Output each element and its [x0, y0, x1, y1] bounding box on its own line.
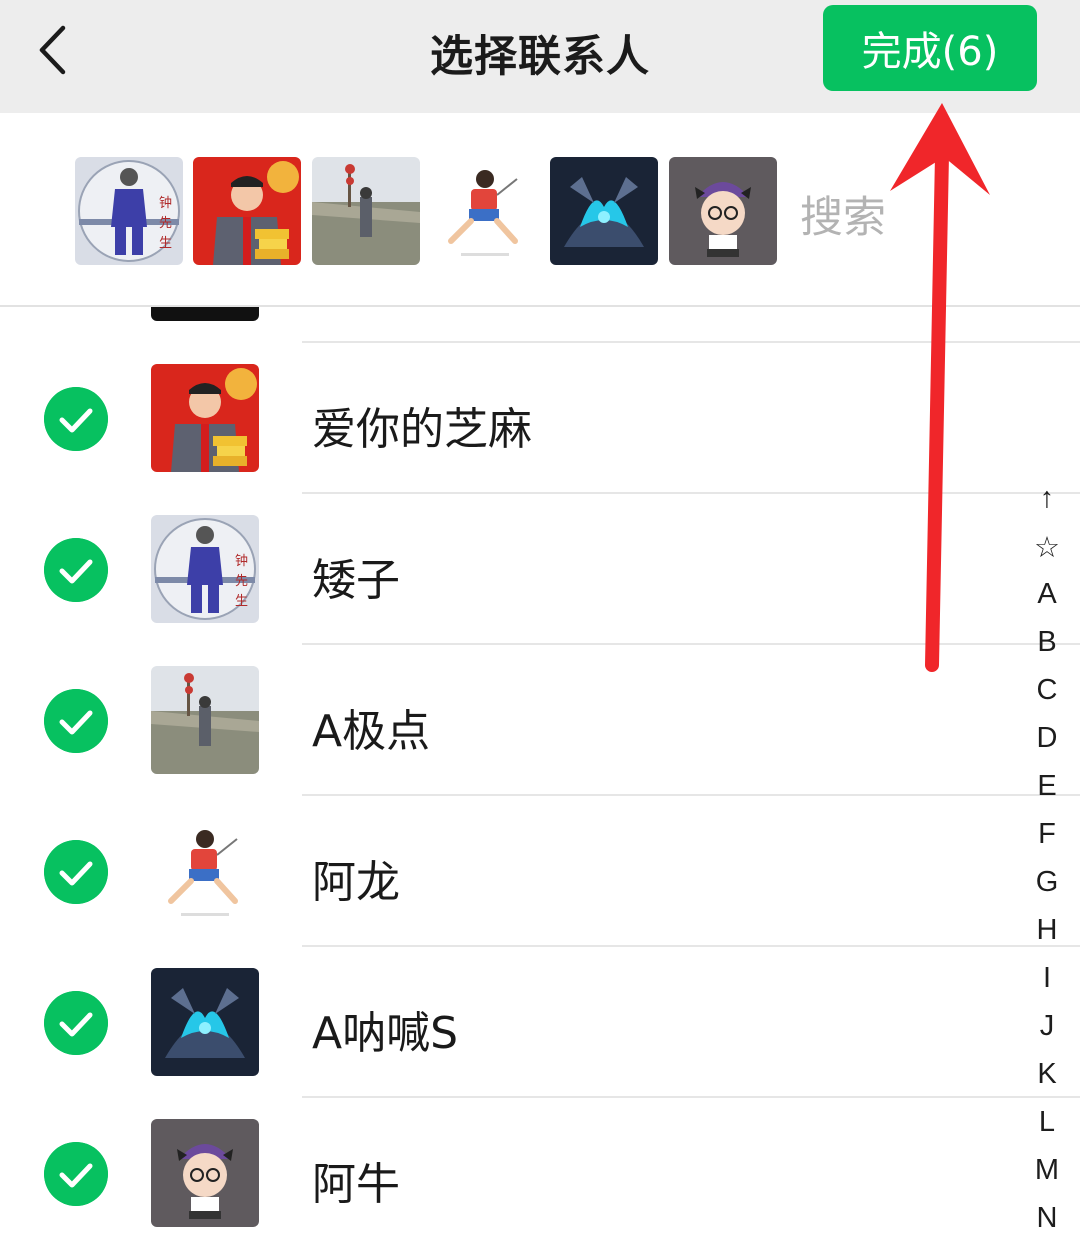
checked-icon[interactable] — [44, 689, 108, 753]
checked-icon[interactable] — [44, 1142, 108, 1206]
contact-row-along[interactable]: 阿龙 — [0, 796, 1020, 947]
index-i[interactable]: I — [1024, 962, 1070, 995]
contact-name: A呐喊S — [312, 1008, 459, 1059]
contact-name: 阿牛 — [312, 1159, 400, 1210]
index-b[interactable]: B — [1024, 626, 1070, 659]
contact-name: A极点 — [312, 706, 431, 757]
contact-row-anahan[interactable]: A呐喊S — [0, 947, 1020, 1098]
index-d[interactable]: D — [1024, 722, 1070, 755]
selected-avatar-aniu[interactable] — [669, 157, 777, 265]
checked-icon[interactable] — [44, 991, 108, 1055]
search-input[interactable]: 搜索 — [800, 183, 886, 245]
selected-avatar-ajidian[interactable] — [312, 157, 420, 265]
contact-name: 阿龙 — [312, 857, 400, 908]
contact-avatar — [151, 1119, 259, 1227]
svg-text:钟: 钟 — [159, 195, 172, 211]
checked-icon[interactable] — [44, 387, 108, 451]
index-m[interactable]: M — [1024, 1154, 1070, 1187]
index-k[interactable]: K — [1024, 1058, 1070, 1091]
contact-row-aizi[interactable]: 钟 先 生 矮子 — [0, 494, 1020, 645]
index-star[interactable]: ☆ — [1024, 530, 1070, 565]
index-top[interactable]: ↑ — [1024, 482, 1070, 515]
contact-avatar — [151, 968, 259, 1076]
contact-avatar — [151, 817, 259, 925]
selected-avatar-ainidezhima[interactable] — [193, 157, 301, 265]
selected-avatar-along[interactable] — [431, 157, 539, 265]
index-l[interactable]: L — [1024, 1106, 1070, 1139]
selected-avatar-anahan[interactable] — [550, 157, 658, 265]
contact-row-aniu[interactable]: 阿牛 — [0, 1098, 1020, 1248]
svg-text:先: 先 — [159, 216, 172, 231]
index-g[interactable]: G — [1024, 866, 1070, 899]
index-n[interactable]: N — [1024, 1202, 1070, 1235]
contact-row-ajidian[interactable]: A极点 — [0, 645, 1020, 796]
index-h[interactable]: H — [1024, 914, 1070, 947]
top-bar: 选择联系人 完成(6) — [0, 0, 1080, 113]
svg-text:先: 先 — [235, 574, 248, 589]
index-e[interactable]: E — [1024, 770, 1070, 803]
svg-text:生: 生 — [159, 236, 172, 251]
contact-name: 爱你的芝麻 — [312, 404, 532, 455]
index-f[interactable]: F — [1024, 818, 1070, 851]
checked-icon[interactable] — [44, 840, 108, 904]
contact-avatar — [151, 666, 259, 774]
contact-avatar — [151, 364, 259, 472]
index-j[interactable]: J — [1024, 1010, 1070, 1043]
done-button[interactable]: 完成(6) — [823, 5, 1037, 91]
index-c[interactable]: C — [1024, 674, 1070, 707]
selected-contacts-bar: 钟 先 生 搜索 — [0, 113, 1080, 307]
index-a[interactable]: A — [1024, 578, 1070, 611]
contact-avatar: 钟 先 生 — [151, 515, 259, 623]
selected-avatar-aizi[interactable]: 钟 先 生 — [75, 157, 183, 265]
svg-text:钟: 钟 — [235, 553, 248, 569]
contact-name: 矮子 — [312, 555, 400, 606]
svg-text:生: 生 — [235, 594, 248, 609]
checked-icon[interactable] — [44, 538, 108, 602]
scrolled-avatar-edge — [151, 307, 259, 321]
contact-row-ainidezhima[interactable]: 爱你的芝麻 — [0, 343, 1020, 494]
